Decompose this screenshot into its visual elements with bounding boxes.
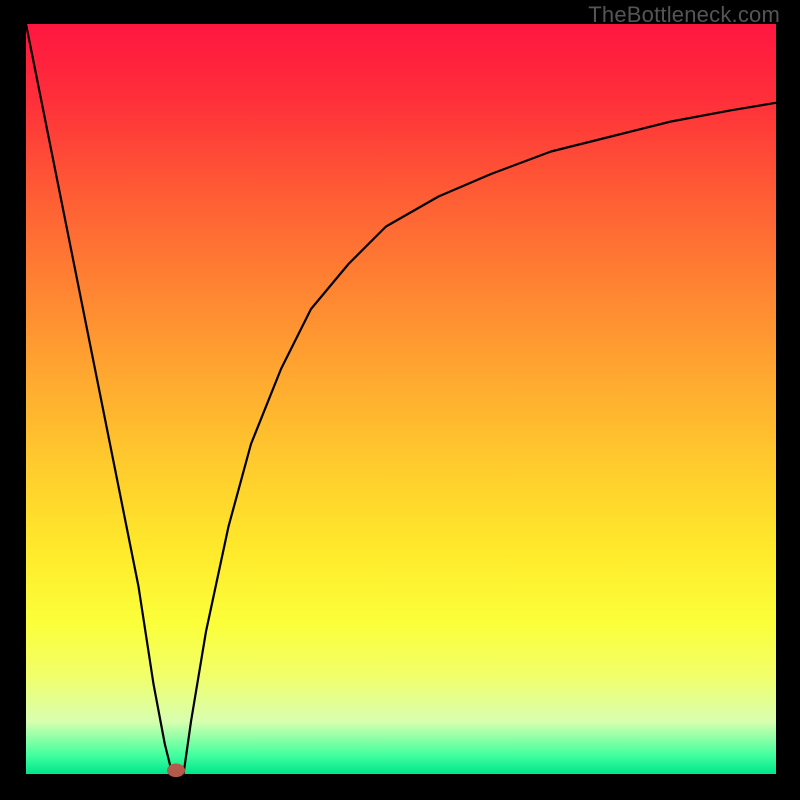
marker-current-point: [167, 764, 185, 778]
plot-area: [26, 24, 776, 774]
curve-left-branch: [26, 24, 172, 774]
curve-right-branch: [184, 103, 777, 774]
chart-svg: [26, 24, 776, 774]
chart-frame: TheBottleneck.com: [0, 0, 800, 800]
